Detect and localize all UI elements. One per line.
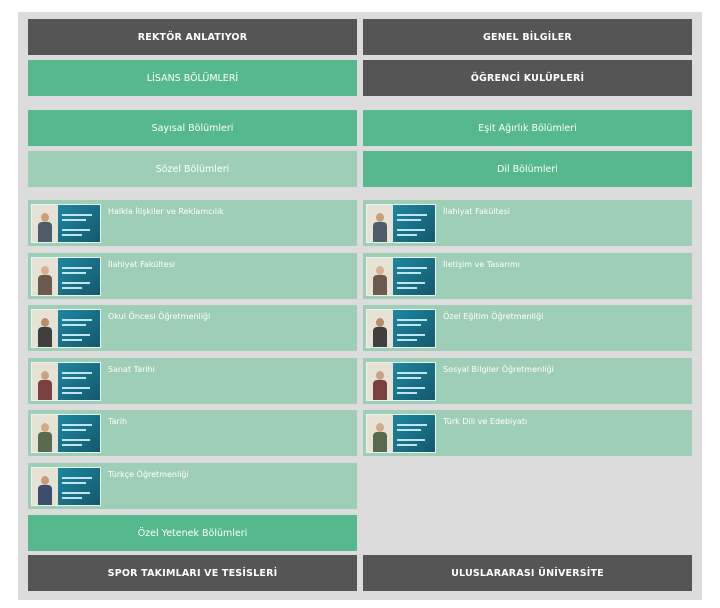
department-label: İlahiyat Fakültesi xyxy=(108,259,175,269)
department-label: Özel Eğitim Öğretmenliği xyxy=(443,312,544,321)
department-item[interactable]: İlahiyat Fakültesi xyxy=(363,200,692,246)
lisans-bolumleri-button[interactable]: LİSANS BÖLÜMLERİ xyxy=(28,60,357,96)
department-label: Okul Öncesi Öğretmenliği xyxy=(108,312,211,321)
spor-takimlari-button[interactable]: SPOR TAKIMLARI VE TESİSLERİ xyxy=(28,555,357,591)
department-label: İletişim ve Tasarımı xyxy=(443,259,520,269)
department-item[interactable]: İletişim ve Tasarımı xyxy=(363,252,692,299)
video-thumbnail-icon xyxy=(32,310,100,347)
ozel-yetenek-bolumleri-button[interactable]: Özel Yetenek Bölümleri xyxy=(28,515,357,551)
video-thumbnail-icon xyxy=(367,362,435,400)
menu-panel: REKTÖR ANLATIYOR GENEL BİLGİLER LİSANS B… xyxy=(18,12,702,600)
department-item[interactable]: Türk Dili ve Edebiyatı xyxy=(363,410,692,456)
video-thumbnail-icon xyxy=(367,257,435,295)
rektor-anlatiyor-button[interactable]: REKTÖR ANLATIYOR xyxy=(28,19,357,55)
department-label: Halkla İlişkiler ve Reklamcılık xyxy=(108,207,224,216)
department-item[interactable]: Özel Eğitim Öğretmenliği xyxy=(363,305,692,351)
sozel-bolumleri-button[interactable]: Sözel Bölümleri xyxy=(28,151,357,187)
department-label: Sanat Tarihi xyxy=(108,364,155,374)
department-label: İlahiyat Fakültesi xyxy=(443,207,510,216)
video-thumbnail-icon xyxy=(32,415,100,452)
video-thumbnail-icon xyxy=(32,467,100,505)
video-thumbnail-icon xyxy=(367,310,435,347)
department-label: Türk Dili ve Edebiyatı xyxy=(443,417,528,426)
ogrenci-kulupleri-button[interactable]: ÖĞRENCİ KULÜPLERİ xyxy=(363,60,692,96)
video-thumbnail-icon xyxy=(32,257,100,295)
department-label: Sosyal Bilgiler Öğretmenliği xyxy=(443,364,554,374)
department-item[interactable]: İlahiyat Fakültesi xyxy=(28,252,357,299)
video-thumbnail-icon xyxy=(367,415,435,452)
department-label: Tarih xyxy=(108,417,128,426)
department-item[interactable]: Sanat Tarihi xyxy=(28,357,357,404)
department-item[interactable]: Türkçe Öğretmenliği xyxy=(28,462,357,509)
esit-agirlik-bolumleri-button[interactable]: Eşit Ağırlık Bölümleri xyxy=(363,110,692,146)
department-item[interactable]: Okul Öncesi Öğretmenliği xyxy=(28,305,357,351)
department-label: Türkçe Öğretmenliği xyxy=(108,469,189,479)
department-item[interactable]: Tarih xyxy=(28,410,357,456)
sayisal-bolumleri-button[interactable]: Sayısal Bölümleri xyxy=(28,110,357,146)
uluslararasi-universite-button[interactable]: ULUSLARARASI ÜNİVERSİTE xyxy=(363,555,692,591)
video-thumbnail-icon xyxy=(32,362,100,400)
video-thumbnail-icon xyxy=(32,205,100,242)
department-item[interactable]: Halkla İlişkiler ve Reklamcılık xyxy=(28,200,357,246)
department-item[interactable]: Sosyal Bilgiler Öğretmenliği xyxy=(363,357,692,404)
dil-bolumleri-button[interactable]: Dil Bölümleri xyxy=(363,151,692,187)
genel-bilgiler-button[interactable]: GENEL BİLGİLER xyxy=(363,19,692,55)
video-thumbnail-icon xyxy=(367,205,435,242)
